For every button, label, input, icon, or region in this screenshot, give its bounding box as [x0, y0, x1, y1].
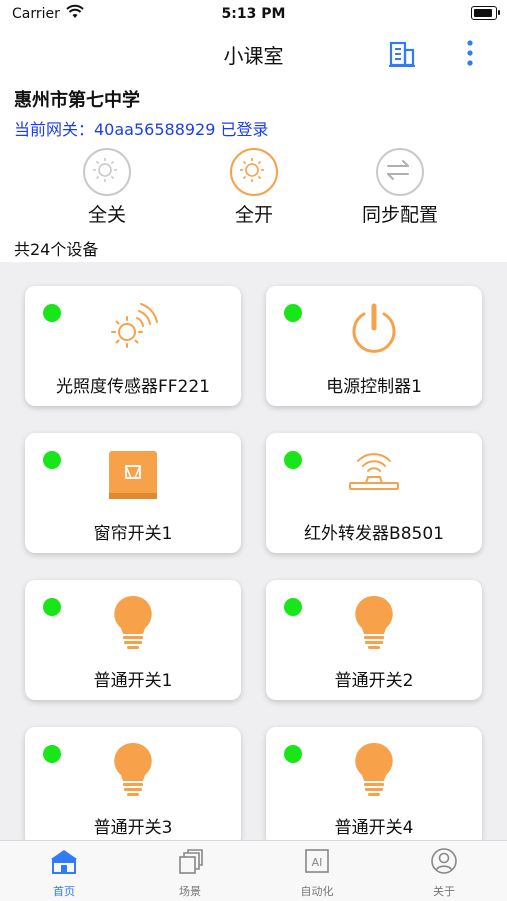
all-on-button[interactable]: 全开	[194, 148, 314, 227]
ai-icon: AI	[305, 849, 329, 873]
device-name: 普通开关1	[93, 671, 173, 691]
device-name: 普通开关2	[334, 671, 414, 691]
device-card[interactable]: 普通开关1	[25, 580, 241, 700]
building-icon[interactable]	[388, 40, 416, 68]
status-bar: Carrier 5:13 PM	[0, 0, 507, 28]
device-name: 窗帘开关1	[93, 524, 173, 544]
device-card[interactable]: 普通开关3	[25, 727, 241, 840]
device-name: 光照度传感器FF221	[55, 377, 210, 397]
page-title: 小课室	[223, 44, 284, 68]
online-indicator	[284, 451, 302, 469]
sun-on-icon	[230, 148, 278, 196]
quick-actions: 全关 全开 同步配置	[0, 148, 507, 228]
gateway-status: 当前网关：40aa56588929 已登录	[14, 120, 269, 139]
online-indicator	[43, 598, 61, 616]
tab-scenes[interactable]: 场景	[150, 847, 230, 899]
device-card[interactable]: 电源控制器1	[266, 286, 482, 406]
device-name: 电源控制器1	[326, 377, 422, 397]
tab-automation[interactable]: AI 自动化	[277, 847, 357, 899]
device-card[interactable]: 普通开关2	[266, 580, 482, 700]
device-card[interactable]: 光照度传感器FF221	[25, 286, 241, 406]
nav-bar: 小课室	[0, 28, 507, 78]
curtain-icon	[109, 451, 157, 499]
more-vertical-icon[interactable]	[458, 38, 482, 68]
tab-home[interactable]: 首页	[24, 847, 104, 899]
tab-about-label: 关于	[433, 885, 455, 898]
all-off-label: 全关	[87, 204, 126, 226]
battery-icon	[471, 6, 500, 20]
ir-transmitter-icon	[349, 453, 399, 490]
online-indicator	[284, 598, 302, 616]
sun-off-icon	[83, 148, 131, 196]
clock: 5:13 PM	[221, 6, 286, 22]
online-indicator	[43, 451, 61, 469]
online-indicator	[43, 745, 61, 763]
light-sensor-icon	[111, 303, 158, 348]
device-count: 共24个设备	[14, 240, 99, 259]
tab-automation-label: 自动化	[300, 885, 334, 898]
online-indicator	[284, 304, 302, 322]
bulb-icon	[355, 595, 393, 649]
tab-home-label: 首页	[53, 885, 75, 898]
tab-scenes-label: 场景	[179, 885, 201, 898]
online-indicator	[284, 745, 302, 763]
bulb-icon	[114, 595, 152, 649]
bulb-icon	[114, 742, 152, 796]
device-grid: 光照度传感器FF221 电源控制器1 窗帘开关1 红外转发器B8501 普通开关…	[0, 262, 507, 840]
all-on-label: 全开	[234, 204, 273, 226]
device-card[interactable]: 红外转发器B8501	[266, 433, 482, 553]
device-card[interactable]: 普通开关4	[266, 727, 482, 840]
bulb-icon	[355, 742, 393, 796]
sync-arrows-icon	[376, 148, 424, 196]
tab-bar: 首页 场景 AI 自动化 关于	[0, 840, 507, 901]
user-icon	[431, 848, 457, 874]
device-name: 普通开关4	[334, 818, 414, 838]
device-name: 红外转发器B8501	[304, 524, 444, 544]
online-indicator	[43, 304, 61, 322]
svg-text:AI: AI	[312, 856, 323, 869]
sync-config-label: 同步配置	[361, 204, 438, 226]
device-name: 普通开关3	[93, 818, 173, 838]
device-card[interactable]: 窗帘开关1	[25, 433, 241, 553]
power-icon	[352, 303, 396, 353]
school-name: 惠州市第七中学	[14, 90, 140, 111]
scenes-icon	[179, 849, 203, 874]
tab-about[interactable]: 关于	[404, 847, 484, 899]
all-off-button[interactable]: 全关	[47, 148, 167, 227]
home-icon	[51, 850, 77, 874]
sync-config-button[interactable]: 同步配置	[340, 148, 460, 227]
